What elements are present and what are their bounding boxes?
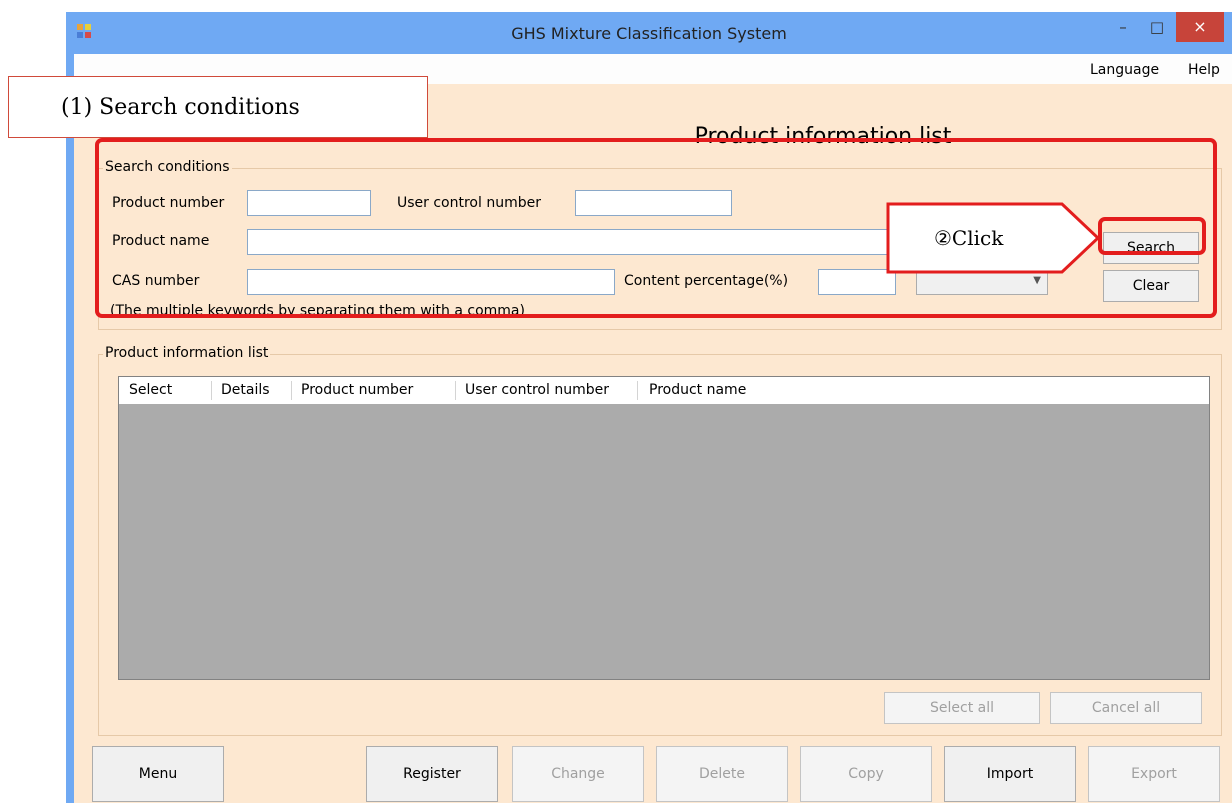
- register-button[interactable]: Register: [366, 746, 498, 802]
- column-divider: [637, 381, 638, 400]
- maximize-button[interactable]: □: [1143, 12, 1171, 42]
- change-button[interactable]: Change: [512, 746, 644, 802]
- column-divider: [291, 381, 292, 400]
- menu-language[interactable]: Language: [1090, 62, 1159, 78]
- column-header-details[interactable]: Details: [221, 382, 270, 398]
- copy-button[interactable]: Copy: [800, 746, 932, 802]
- column-header-product-name[interactable]: Product name: [649, 382, 746, 398]
- window-title: GHS Mixture Classification System: [511, 24, 787, 43]
- grid-header: Select Details Product number User contr…: [119, 377, 1209, 404]
- cancel-all-button[interactable]: Cancel all: [1050, 692, 1202, 724]
- column-header-product-number[interactable]: Product number: [301, 382, 413, 398]
- export-button[interactable]: Export: [1088, 746, 1220, 802]
- product-list-label: Product information list: [103, 345, 271, 361]
- import-button[interactable]: Import: [944, 746, 1076, 802]
- delete-button[interactable]: Delete: [656, 746, 788, 802]
- callout-click-text: ②Click: [934, 226, 1004, 250]
- callout-search-conditions: (1) Search conditions: [8, 76, 428, 138]
- menu-button[interactable]: Menu: [92, 746, 224, 802]
- column-header-select[interactable]: Select: [129, 382, 172, 398]
- column-divider: [211, 381, 212, 400]
- menu-help[interactable]: Help: [1188, 62, 1220, 78]
- minimize-button[interactable]: –: [1109, 12, 1137, 42]
- column-header-user-control-number[interactable]: User control number: [465, 382, 609, 398]
- title-bar[interactable]: GHS Mixture Classification System – □ ×: [66, 12, 1232, 54]
- select-all-button[interactable]: Select all: [884, 692, 1040, 724]
- column-divider: [455, 381, 456, 400]
- callout-click: ②Click: [886, 202, 1100, 274]
- search-button-highlight: [1098, 217, 1206, 255]
- product-data-grid[interactable]: Select Details Product number User contr…: [118, 376, 1210, 680]
- close-button[interactable]: ×: [1176, 12, 1224, 42]
